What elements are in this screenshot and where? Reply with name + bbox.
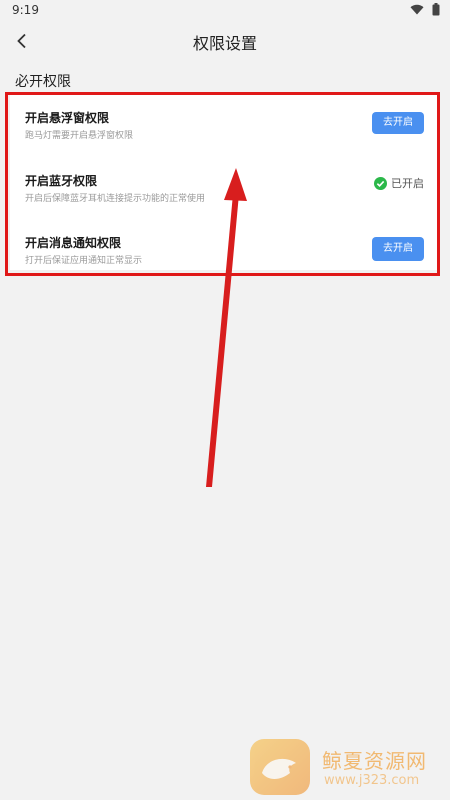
permission-desc: 跑马灯需要开启悬浮窗权限	[25, 131, 134, 141]
whale-logo-icon	[250, 739, 310, 795]
watermark-text: 鲸夏资源网	[322, 749, 427, 773]
permission-row-overlay: 开启悬浮窗权限 跑马灯需要开启悬浮窗权限 去开启	[10, 107, 438, 163]
page-title: 权限设置	[192, 34, 257, 53]
enabled-status: 已开启	[374, 175, 424, 191]
permission-card: 开启悬浮窗权限 跑马灯需要开启悬浮窗权限 去开启 开启蓝牙权限 开启后保障蓝牙耳…	[10, 95, 438, 270]
permission-desc: 打开后保证应用通知正常显示	[25, 256, 143, 266]
status-icons	[410, 3, 440, 16]
check-circle-icon	[374, 176, 387, 190]
status-bar: 9:19	[0, 0, 450, 22]
permission-title: 开启蓝牙权限	[25, 174, 98, 188]
enabled-label: 已开启	[391, 177, 424, 190]
battery-icon	[432, 3, 440, 16]
permission-desc: 开启后保障蓝牙耳机连接提示功能的正常使用	[25, 194, 206, 204]
enable-overlay-button[interactable]: 去开启	[372, 112, 424, 134]
wifi-icon	[410, 4, 424, 15]
permission-row-bluetooth: 开启蓝牙权限 开启后保障蓝牙耳机连接提示功能的正常使用 已开启	[10, 170, 438, 226]
watermark-url: www.j323.com	[324, 773, 420, 788]
enable-notification-button[interactable]: 去开启	[372, 237, 424, 261]
permission-title: 开启消息通知权限	[25, 236, 122, 250]
section-title: 必开权限	[15, 74, 71, 90]
watermark: 鲸夏资源网 www.j323.com	[250, 737, 445, 797]
permission-row-notification: 开启消息通知权限 打开后保证应用通知正常显示 去开启	[10, 232, 438, 288]
status-time: 9:19	[12, 3, 39, 17]
permission-title: 开启悬浮窗权限	[25, 111, 110, 125]
title-bar: 权限设置	[0, 22, 450, 60]
